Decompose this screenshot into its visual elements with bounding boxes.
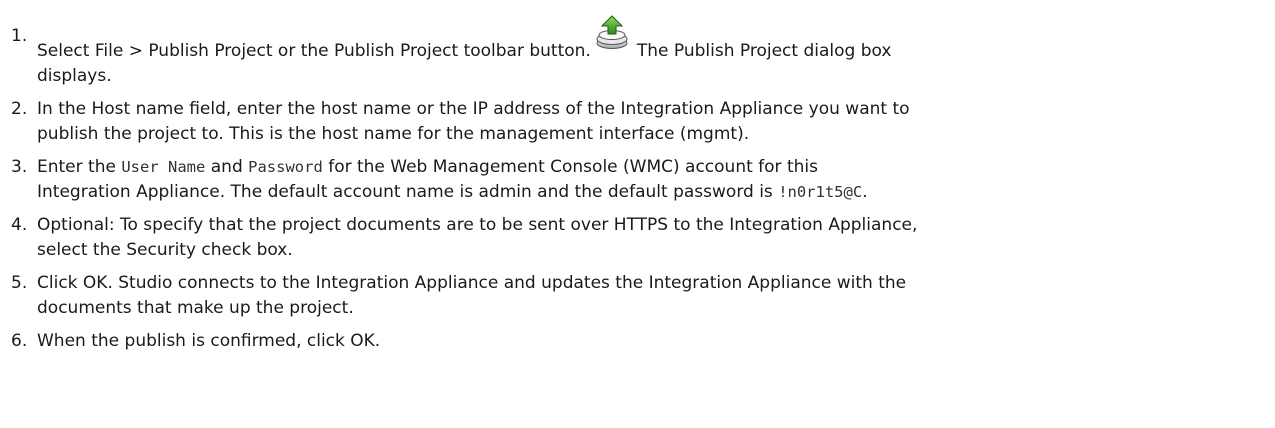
step-number: 5. [11,273,28,293]
user-name-code: User Name [121,158,206,176]
step-text: When the publish is confirmed, click OK. [37,331,381,351]
publish-project-icon [593,14,631,52]
step-text: In the Host name field, enter the host n… [37,99,910,119]
step-text: Click OK. Studio connects to the Integra… [37,273,907,293]
step-3: 3. Enter the User Name and Password for … [0,155,1237,205]
step-text: and [210,157,243,177]
step-text-wrap: documents that make up the project. [37,298,354,318]
step-text-wrap: Integration Appliance. The default accou… [37,182,773,202]
step-number: 3. [11,157,28,177]
step-1: 1. Select File > Publish Project or the … [0,15,1237,89]
step-5: 5. Click OK. Studio connects to the Inte… [0,271,1237,321]
step-text-continued: The Publish Project dialog box [636,41,892,61]
step-number: 2. [11,99,28,119]
step-text-wrap: publish the project to. This is the host… [37,124,750,144]
step-text: Select File > Publish Project or the Pub… [37,41,591,61]
step-4: 4. Optional: To specify that the project… [0,213,1237,263]
step-6: 6. When the publish is confirmed, click … [0,329,1237,354]
step-2: 2. In the Host name field, enter the hos… [0,97,1237,147]
step-text-wrap: select the Security check box. [37,240,293,260]
step-text: Enter the [37,157,116,177]
step-text-wrap: displays. [37,66,112,86]
password-code: Password [248,158,323,176]
step-number: 4. [11,215,28,235]
step-text: Optional: To specify that the project do… [37,215,918,235]
step-text: . [862,182,868,202]
step-number: 6. [11,331,28,351]
procedure-steps: 1. Select File > Publish Project or the … [0,15,1275,362]
default-password-code: !n0r1t5@C [778,183,863,201]
step-number: 1. [11,26,28,46]
step-text: for the Web Management Console (WMC) acc… [328,157,818,177]
